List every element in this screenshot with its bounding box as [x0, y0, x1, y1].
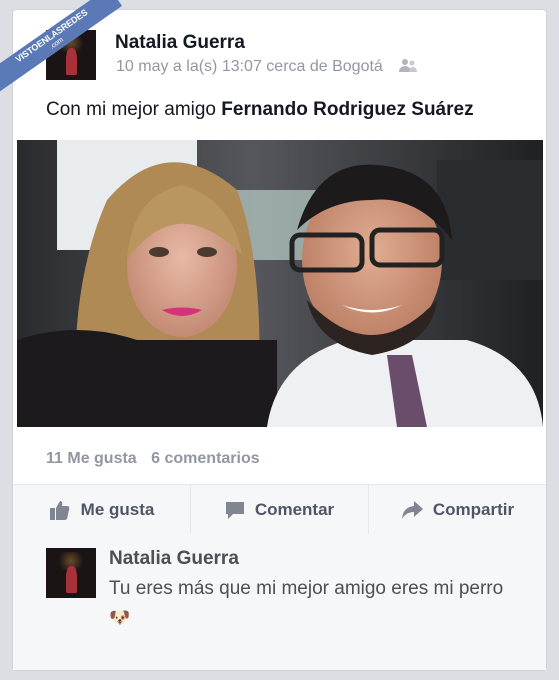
comment-button[interactable]: Comentar — [191, 485, 369, 535]
timestamp-text: 10 may a la(s) 13:07 cerca de Bogotá — [116, 58, 383, 75]
comment-label: Comentar — [254, 500, 335, 519]
comment-body: Tu eres más que mi mejor amigo eres mi p… — [109, 574, 509, 632]
comments-count[interactable]: 6 comentarios — [151, 450, 259, 467]
post-message: Con mi mejor amigo Fernando Rodriguez Su… — [46, 99, 474, 121]
post-stats: 11 Me gusta 6 comentarios — [46, 450, 270, 468]
comment-icon — [225, 502, 244, 519]
commenter-avatar[interactable] — [46, 548, 96, 598]
selfie-image — [17, 140, 543, 427]
thumbs-up-icon — [49, 501, 69, 520]
post-message-text: Con mi mejor amigo — [46, 99, 222, 120]
tagged-friend-link[interactable]: Fernando Rodriguez Suárez — [221, 99, 473, 120]
dog-emoji-icon: 🐶 — [109, 608, 131, 627]
comment-text: Tu eres más que mi mejor amigo eres mi p… — [109, 578, 504, 599]
like-button[interactable]: Me gusta — [13, 485, 191, 535]
commenter-name[interactable]: Natalia Guerra — [109, 548, 239, 570]
share-label: Compartir — [432, 500, 515, 519]
post-timestamp[interactable]: 10 may a la(s) 13:07 cerca de Bogotá — [116, 58, 418, 76]
comment-section: Natalia Guerra Tu eres más que mi mejor … — [13, 534, 546, 670]
like-label: Me gusta — [80, 500, 155, 519]
post-photo[interactable] — [17, 140, 543, 427]
share-button[interactable]: Compartir — [369, 485, 546, 535]
friends-icon — [399, 59, 418, 72]
share-arrow-icon — [401, 501, 423, 519]
post-card: VISTOENLASREDES .com Natalia Guerra 10 m… — [0, 0, 546, 670]
action-bar: Me gusta Comentar Compartir — [13, 484, 546, 536]
likes-count[interactable]: 11 Me gusta — [46, 450, 137, 467]
author-name[interactable]: Natalia Guerra — [115, 32, 245, 54]
